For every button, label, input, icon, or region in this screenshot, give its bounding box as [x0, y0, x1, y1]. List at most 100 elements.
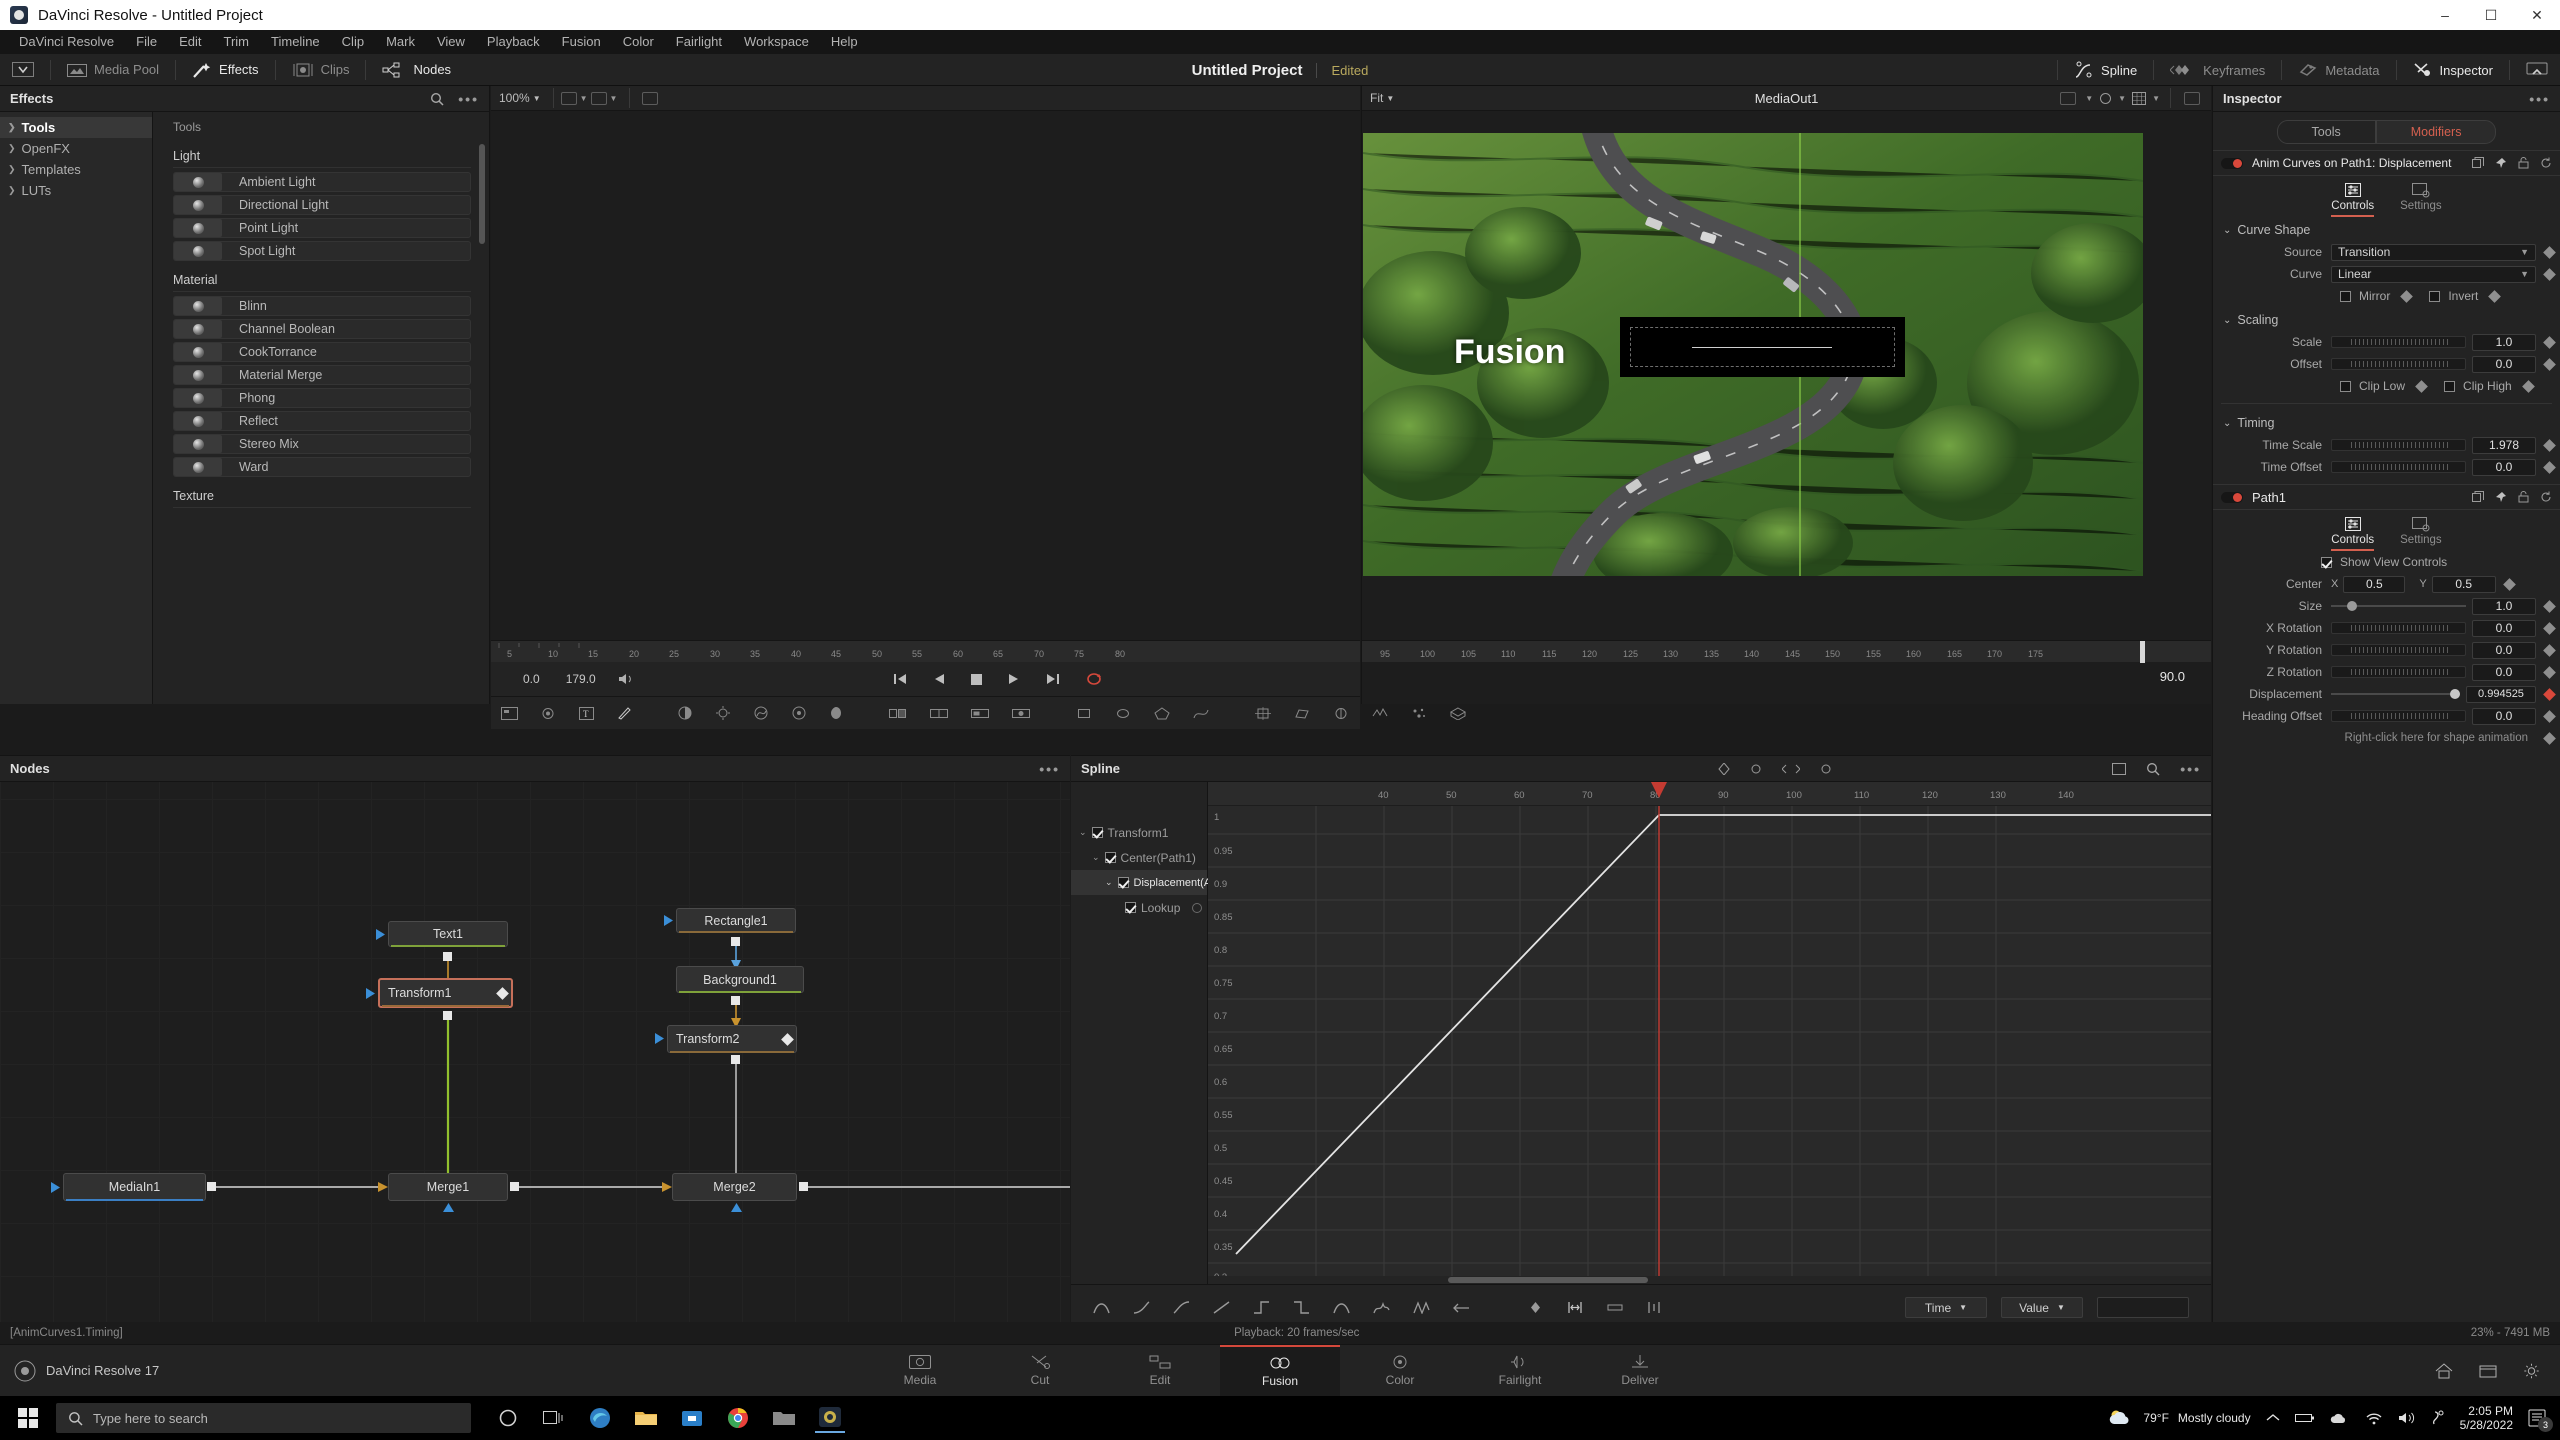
grid-overlay-icon[interactable] [2132, 91, 2147, 105]
color-channel-icon[interactable] [2099, 92, 2112, 105]
keyframe-diamond-icon[interactable] [2543, 731, 2556, 745]
time-offset-value[interactable]: 0.0 [2472, 458, 2536, 476]
taskbar-clock[interactable]: 2:05 PM 5/28/2022 [2460, 1404, 2513, 1432]
node-output-transform2[interactable] [731, 1055, 740, 1064]
pin-icon[interactable] [2495, 157, 2507, 169]
menu-item-clip[interactable]: Clip [331, 30, 375, 54]
clips-button[interactable]: Clips [280, 54, 362, 86]
y-rotation-slider[interactable] [2331, 644, 2466, 656]
store-icon[interactable] [677, 1403, 707, 1433]
weather-widget[interactable]: 79°F Mostly cloudy [2108, 1408, 2251, 1428]
pin-icon[interactable] [2495, 491, 2507, 503]
keyframe-diamond-icon[interactable] [2543, 335, 2556, 349]
keyframe-diamond-icon[interactable] [2543, 621, 2556, 635]
spline-visibility-checkbox[interactable] [1117, 877, 1129, 888]
menu-item-davinci-resolve[interactable]: DaVinci Resolve [8, 30, 125, 54]
viewer-split-button[interactable] [642, 91, 659, 105]
subtab-controls[interactable]: Controls [2331, 182, 2375, 217]
search-icon[interactable] [430, 92, 444, 106]
transform-center-handle[interactable] [1692, 347, 1832, 348]
node-output-mediain1[interactable] [207, 1182, 216, 1191]
chevron-down-icon[interactable]: ▼ [2085, 94, 2093, 103]
effect-item-directional-light[interactable]: Directional Light [173, 195, 471, 215]
loop-spline-icon[interactable] [1373, 1301, 1390, 1314]
size-value[interactable]: 1.0 [2472, 597, 2536, 615]
effects-tree-item-tools[interactable]: ❯ Tools [0, 117, 152, 138]
mirror-checkbox[interactable] [2340, 290, 2351, 302]
heading-offset-value[interactable]: 0.0 [2472, 707, 2536, 725]
z-rotation-slider[interactable] [2331, 666, 2466, 678]
rectangle-mask-icon[interactable] [1076, 707, 1092, 720]
eyedropper-icon[interactable] [830, 706, 843, 720]
spline-graph[interactable]: 1.0510.95 0.90.850.8 0.750.70.65 0.60.55… [1208, 782, 2211, 1284]
node-mediain1[interactable]: MediaIn1 [63, 1173, 206, 1201]
subtab-settings[interactable]: Settings [2400, 516, 2442, 551]
camera-shake-icon[interactable] [1372, 707, 1388, 720]
displacement-slider[interactable] [2331, 688, 2460, 700]
cortana-icon[interactable] [493, 1403, 523, 1433]
timecode-start[interactable]: 0.0 [523, 672, 540, 686]
keyframe-diamond-icon[interactable] [2543, 643, 2556, 657]
scale-slider[interactable] [2331, 336, 2466, 348]
blur-tool-icon[interactable] [541, 707, 556, 720]
ease-in-icon[interactable] [1133, 1301, 1150, 1314]
menu-item-color[interactable]: Color [612, 30, 665, 54]
stabilizer-icon[interactable] [1333, 707, 1349, 720]
chevron-down-icon[interactable]: ⌄ [1105, 877, 1113, 888]
fit-selector[interactable]: Fit ▼ [1362, 91, 1402, 105]
ruler-playhead[interactable] [2140, 641, 2145, 663]
effect-item-ward[interactable]: Ward [173, 457, 471, 477]
particles-icon[interactable] [1411, 707, 1427, 720]
media-pool-button[interactable]: Media Pool [55, 54, 171, 86]
effects-tree-item-templates[interactable]: ❯ Templates [0, 159, 152, 180]
text-tool-icon[interactable]: T [579, 706, 594, 720]
keyframe-diamond-icon[interactable] [2543, 357, 2556, 371]
clip-low-checkbox[interactable] [2340, 380, 2351, 392]
page-fusion[interactable]: Fusion [1220, 1344, 1340, 1397]
step-out-icon[interactable] [1293, 1301, 1310, 1314]
node-merge1[interactable]: Merge1 [388, 1173, 508, 1201]
chevron-down-icon[interactable]: ⌄ [1092, 852, 1100, 863]
step-in-icon[interactable] [1253, 1301, 1270, 1314]
nodes-button[interactable]: Nodes [370, 54, 463, 86]
tracker-icon[interactable] [1255, 706, 1271, 720]
time-scale-value[interactable]: 1.978 [2472, 436, 2536, 454]
effects-list-scrollbar[interactable] [479, 144, 485, 244]
node-output-transform1[interactable] [443, 1011, 452, 1020]
timecode-end[interactable]: 179.0 [566, 672, 596, 686]
spline-button[interactable]: Spline [2062, 54, 2149, 86]
menu-item-workspace[interactable]: Workspace [733, 30, 820, 54]
menu-item-help[interactable]: Help [820, 30, 869, 54]
enable-toggle[interactable] [2221, 157, 2243, 169]
spline-point-icon[interactable] [1750, 763, 1762, 775]
center-x-value[interactable]: 0.5 [2343, 575, 2406, 593]
offset-value[interactable]: 0.0 [2472, 355, 2536, 373]
wifi-icon[interactable] [2365, 1412, 2383, 1425]
node-input-arrow-mediain1[interactable] [51, 1182, 61, 1193]
spline-visibility-checkbox[interactable] [1104, 852, 1116, 863]
paint-tool-icon[interactable] [617, 706, 632, 720]
node-input-arrow-transform2[interactable] [655, 1033, 665, 1044]
node-output-merge2[interactable] [799, 1182, 808, 1191]
effects-tree-item-luts[interactable]: ❯ LUTs [0, 180, 152, 201]
center-y-value[interactable]: 0.5 [2431, 575, 2496, 593]
x-rotation-slider[interactable] [2331, 622, 2466, 634]
effects-list[interactable]: Tools Light Ambient Light Directional Li… [153, 112, 489, 704]
more-options-icon[interactable]: ••• [1039, 761, 1060, 777]
duplicate-icon[interactable] [2472, 157, 2484, 169]
polygon-mask-icon[interactable] [1154, 706, 1170, 720]
tab-tools[interactable]: Tools [2276, 120, 2376, 144]
chevron-down-icon[interactable]: ▼ [2118, 94, 2126, 103]
spline-hscrollbar-thumb[interactable] [1448, 1277, 1648, 1283]
pen-icon[interactable] [2431, 1410, 2445, 1426]
viewer-left-stage[interactable]: 5 10 15 20 25 30 35 40 45 50 55 60 65 70 75 80 0.0… [491, 111, 1466, 921]
gamut-icon[interactable] [754, 706, 769, 720]
minimize-button[interactable]: – [2422, 0, 2468, 30]
play-icon[interactable] [1008, 673, 1020, 685]
merge-node-icon[interactable] [889, 707, 907, 720]
planar-tracker-icon[interactable] [1294, 707, 1310, 720]
node-input-arrow-rectangle1[interactable] [664, 915, 674, 926]
show-hidden-icons-icon[interactable] [2266, 1412, 2280, 1424]
menu-item-playback[interactable]: Playback [476, 30, 551, 54]
reverse-icon[interactable] [1333, 1301, 1350, 1314]
